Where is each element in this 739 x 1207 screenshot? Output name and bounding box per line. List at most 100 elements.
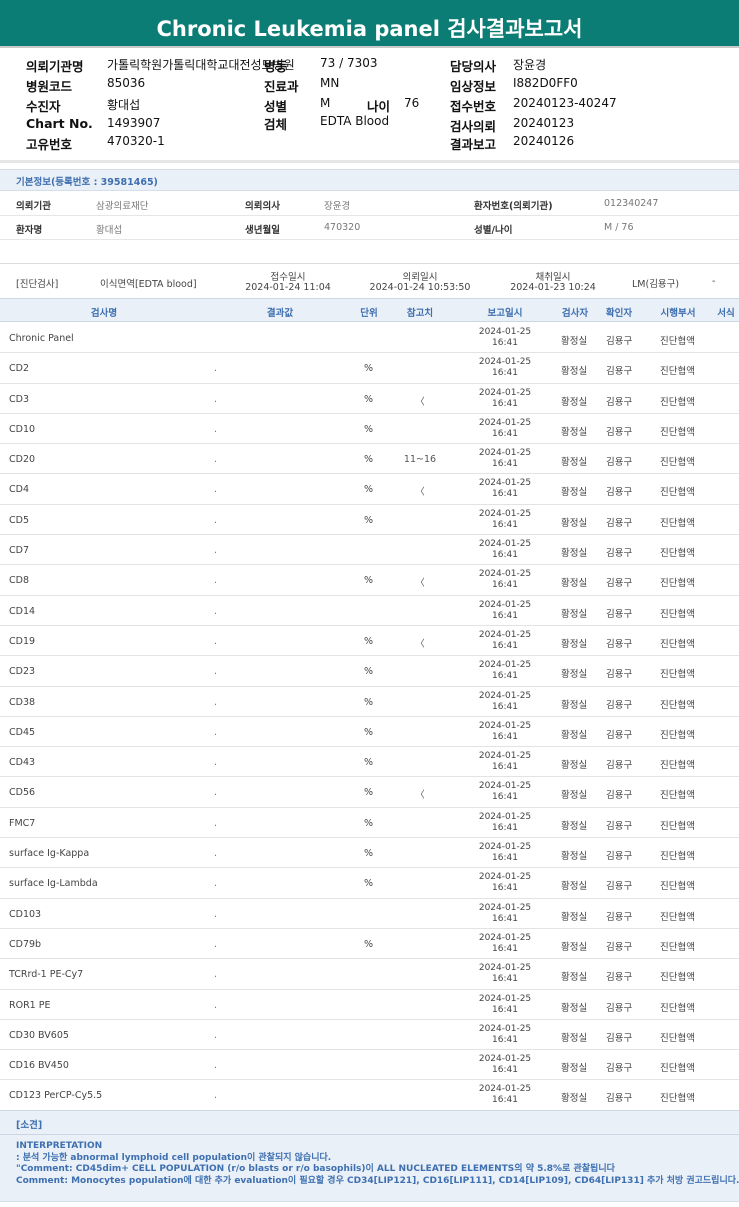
report-date: 2024-01-25 [478, 811, 532, 822]
table-row: CD7. 황정실 김용구 진단협액 2024-01-25 16:41 [0, 535, 739, 566]
report-time: 16:41 [492, 640, 518, 651]
report-datetime: 2024-01-25 16:41 [479, 1084, 531, 1106]
table-row: CD2.% 황정실 김용구 진단협액 2024-01-25 16:41 [0, 353, 739, 384]
dx-specimen: 이식면역[EDTA blood] [100, 279, 197, 290]
report-date: 2024-01-25 [478, 993, 532, 1004]
tester-value: 황정실 [561, 366, 588, 378]
table-row: surface Ig-Kappa.% 황정실 김용구 진단협액 2024-01-25 16… [0, 838, 739, 869]
result-value: . [214, 787, 218, 799]
report-date: 2024-01-25 [478, 387, 532, 398]
table-row: CD10.% 황정실 김용구 진단협액 2024-01-25 16:41 [0, 414, 739, 445]
clinical-label: 임상정보 [450, 79, 497, 94]
unit-value: % [364, 514, 374, 526]
result-value: . [214, 635, 218, 647]
checker-value: 김용구 [606, 336, 633, 347]
col-result: 결과값 [266, 308, 294, 319]
tester-value: 황정실 [561, 699, 588, 711]
dept-value: 진단협액 [660, 851, 695, 863]
report-datetime: 2024-01-25 16:41 [479, 691, 531, 713]
dept-value: 진단협액 [660, 941, 695, 953]
basic-value: 012340247 [604, 198, 659, 209]
col-dept: 시행부서 [660, 308, 696, 319]
unit-value: % [364, 757, 374, 769]
report-datetime: 2024-01-25 16:41 [479, 872, 531, 894]
report-datetime: 2024-01-25 16:41 [479, 994, 531, 1016]
dept-value: 진단협액 [660, 881, 695, 893]
checker-value: 김용구 [606, 972, 633, 984]
divider [0, 160, 739, 163]
report-time: 16:41 [492, 428, 518, 439]
specimen-label: 검체 [264, 117, 288, 132]
interpretation-line: INTERPRETATION [16, 1141, 103, 1151]
basic-value: 삼광의료재단 [96, 201, 149, 212]
report-info: 의뢰기관명 가톨릭학원가톨릭대학교대전성모병원 병동 73 / 7303 담당의… [0, 50, 739, 160]
report-time: 16:41 [492, 913, 518, 924]
table-row: CD45.% 황정실 김용구 진단협액 2024-01-25 16:41 [0, 717, 739, 748]
tester-value: 황정실 [561, 1032, 588, 1044]
dept-value: 진단협액 [660, 729, 695, 741]
result-value: . [214, 999, 218, 1011]
report-datetime: 2024-01-25 16:41 [479, 569, 531, 591]
report-datetime: 2024-01-25 16:41 [479, 630, 531, 652]
report-time: 16:41 [492, 853, 518, 864]
doctor-label: 담당의사 [450, 59, 497, 74]
age-label: 나이 [367, 99, 391, 114]
test-name: CD5 [9, 514, 29, 526]
tester-value: 황정실 [561, 396, 588, 408]
report-date: 2024-01-25 [478, 1084, 532, 1095]
table-row: surface Ig-Lambda.% 황정실 김용구 진단협액 2024-01-25 1… [0, 868, 739, 899]
chart-no-value: 1493907 [107, 116, 161, 130]
report-datetime: 2024-01-25 16:41 [479, 660, 531, 682]
report-datetime: 2024-01-25 16:41 [479, 1024, 531, 1046]
basic-info-header: 기본정보(등록번호 : 39581465) [0, 169, 739, 191]
sex-value: M [320, 96, 331, 110]
tester-value: 황정실 [561, 790, 588, 802]
basic-value: 장윤경 [324, 201, 351, 212]
dept-value: 진단협액 [660, 366, 695, 378]
result-value: . [214, 726, 218, 738]
findings-title: [소견] [16, 1120, 43, 1131]
report-date: 2024-01-25 [478, 781, 532, 792]
report-datetime: 2024-01-25 16:41 [479, 448, 531, 470]
checker-value: 김용구 [606, 548, 633, 560]
report-time: 16:41 [492, 489, 518, 500]
test-name: CD8 [9, 575, 29, 587]
report-time: 16:41 [492, 519, 518, 530]
checker-value: 김용구 [606, 487, 633, 499]
table-row: CD5.% 황정실 김용구 진단협액 2024-01-25 16:41 [0, 505, 739, 536]
tester-value: 황정실 [561, 638, 588, 650]
dept-value: 진단협액 [660, 548, 695, 560]
table-row: CD3.% 〈 황정실 김용구 진단협액 2024-01-25 16:41 [0, 384, 739, 414]
report-time: 16:41 [492, 974, 518, 985]
tester-value: 황정실 [561, 820, 588, 832]
checker-value: 김용구 [606, 911, 633, 923]
basic-label: 의뢰의사 [245, 201, 280, 212]
dept-value: 진단협액 [660, 820, 695, 832]
dept-value: 진단협액 [660, 336, 695, 347]
report-date-value: 20240126 [513, 134, 575, 148]
report-date-label: 결과보고 [450, 137, 497, 152]
test-name: FMC7 [9, 817, 36, 829]
basic-label: 성별/나이 [474, 225, 513, 236]
patient-label: 수진자 [26, 99, 61, 114]
result-value: . [214, 938, 218, 950]
checker-value: 김용구 [606, 608, 633, 620]
code-label: 병원코드 [26, 79, 73, 94]
tester-value: 황정실 [561, 1093, 588, 1105]
col-checker: 확인자 [605, 308, 633, 319]
dept-value: 진단협액 [660, 972, 695, 984]
table-row: CD38.% 황정실 김용구 진단협액 2024-01-25 16:41 [0, 687, 739, 717]
received-value: 2024-01-24 11:04 [245, 282, 331, 293]
table-row: Chronic Panel 황정실 김용구 진단협액 2024-01-25 16:41 [0, 323, 739, 354]
tester-value: 황정실 [561, 608, 588, 620]
report-title: Chronic Leukemia panel 검사결과보고서 [0, 0, 739, 48]
report-datetime: 2024-01-25 16:41 [479, 357, 531, 379]
report-date: 2024-01-25 [478, 357, 532, 368]
basic-value: M / 76 [604, 222, 634, 233]
result-table-body: Chronic Panel 황정실 김용구 진단협액 2024-01-25 16:41 CD… [0, 323, 739, 1111]
report-time: 16:41 [492, 701, 518, 712]
dept-value: 진단협액 [660, 517, 695, 529]
bottom-border [0, 1201, 739, 1207]
unit-value: % [364, 484, 374, 496]
test-name: CD23 [9, 666, 36, 678]
